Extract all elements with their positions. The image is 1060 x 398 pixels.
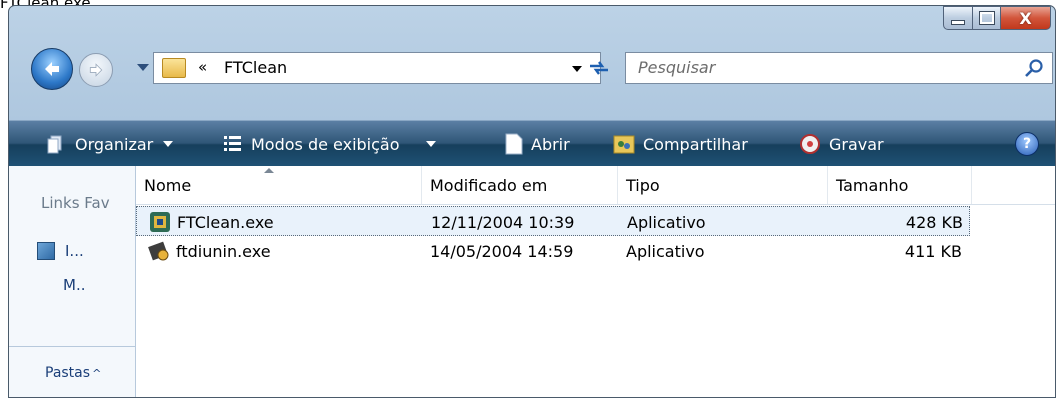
column-header-row: Nome Modificado em Tipo Tamanho — [136, 166, 1055, 205]
minimize-button[interactable] — [943, 6, 973, 30]
organize-icon — [47, 135, 62, 154]
maximize-button[interactable] — [973, 6, 1001, 30]
views-dropdown-icon — [425, 141, 436, 147]
setup-icon — [148, 241, 169, 261]
file-modified: 14/05/2004 14:59 — [430, 241, 574, 261]
column-header-type[interactable]: Tipo — [618, 166, 828, 204]
file-modified: 12/11/2004 10:39 — [431, 212, 575, 232]
command-bar: Organizar Modos de exibição Abrir Compar… — [9, 120, 1055, 167]
explorer-window: X « FTClean Pesquisar Organizar Modos de… — [8, 5, 1056, 398]
favorite-links-heading: Links Fav — [41, 194, 110, 212]
refresh-button[interactable] — [581, 52, 617, 84]
file-row[interactable]: ftdiunin.exe 14/05/2004 14:59 Aplicativo… — [136, 236, 970, 266]
column-header-modified[interactable]: Modificado em — [422, 166, 618, 204]
organize-menu[interactable]: Organizar — [47, 131, 174, 157]
burn-label: Gravar — [829, 134, 884, 154]
file-size: 428 KB — [905, 212, 963, 232]
chevron-up-icon: ^ — [92, 367, 102, 380]
organize-dropdown-icon — [163, 141, 174, 147]
file-size: 411 KB — [904, 241, 962, 261]
open-button[interactable]: Abrir — [505, 131, 570, 157]
caption-buttons: X — [943, 6, 1051, 30]
favorite-link-2[interactable]: M.. — [63, 276, 85, 294]
burn-disc-icon — [800, 134, 820, 154]
close-icon: X — [1019, 8, 1032, 28]
breadcrumb-overflow[interactable]: « — [198, 58, 207, 76]
favorite-link-1[interactable]: I... — [37, 242, 84, 260]
file-type: Aplicativo — [627, 212, 706, 232]
folders-toggle[interactable]: Pastas ^ — [9, 346, 135, 397]
column-header-size-label: Tamanho — [836, 175, 909, 195]
close-button[interactable]: X — [1001, 6, 1051, 30]
views-menu[interactable]: Modos de exibição — [223, 131, 436, 157]
column-header-name[interactable]: Nome — [136, 166, 422, 204]
column-header-type-label: Tipo — [626, 175, 660, 195]
column-header-size[interactable]: Tamanho — [828, 166, 972, 204]
favorite-link-1-label: I... — [65, 242, 84, 260]
back-button[interactable] — [31, 48, 73, 90]
breadcrumb-folder[interactable]: FTClean — [224, 58, 287, 77]
file-type: Aplicativo — [626, 241, 705, 261]
refresh-icon — [590, 61, 608, 75]
file-name: ftdiunin.exe — [176, 241, 271, 261]
column-header-modified-label: Modificado em — [430, 175, 548, 195]
file-name: FTClean.exe — [177, 212, 274, 232]
back-arrow-icon — [45, 62, 59, 76]
help-button[interactable]: ? — [1015, 132, 1039, 156]
folders-label-text: Pastas — [45, 365, 91, 381]
file-list: Nome Modificado em Tipo Tamanho FTClean.… — [136, 166, 1055, 397]
search-placeholder: Pesquisar — [638, 58, 716, 77]
navigation-pane: Links Fav I... M.. Pastas ^ — [9, 166, 136, 397]
file-name-cell: ftdiunin.exe — [148, 236, 271, 266]
search-box[interactable]: Pesquisar — [625, 52, 1053, 84]
document-icon — [505, 133, 523, 155]
folders-label: Pastas ^ — [45, 365, 101, 381]
forward-button[interactable] — [79, 53, 113, 87]
views-label: Modos de exibição — [251, 134, 400, 154]
content-area: Links Fav I... M.. Pastas ^ Nome Modifica… — [9, 166, 1055, 397]
share-label: Compartilhar — [643, 134, 748, 154]
file-name-cell: FTClean.exe — [149, 207, 274, 237]
documents-icon — [37, 242, 55, 260]
open-label: Abrir — [531, 134, 570, 154]
help-icon: ? — [1022, 136, 1032, 152]
minimize-icon — [951, 19, 965, 25]
column-header-name-label: Nome — [144, 175, 192, 195]
file-row[interactable]: FTClean.exe 12/11/2004 10:39 Aplicativo … — [136, 206, 970, 236]
address-bar[interactable]: « FTClean — [153, 52, 601, 84]
burn-button[interactable]: Gravar — [799, 131, 884, 157]
views-icon — [224, 136, 241, 151]
share-button[interactable]: Compartilhar — [613, 131, 748, 157]
history-dropdown-icon[interactable] — [137, 64, 149, 71]
sort-ascending-icon — [264, 168, 274, 173]
maximize-icon — [978, 11, 995, 25]
forward-arrow-icon — [89, 63, 103, 77]
organize-label: Organizar — [75, 134, 154, 154]
share-icon — [613, 135, 635, 154]
search-icon[interactable] — [1024, 58, 1044, 78]
application-icon — [150, 212, 170, 232]
folder-icon — [162, 58, 186, 78]
